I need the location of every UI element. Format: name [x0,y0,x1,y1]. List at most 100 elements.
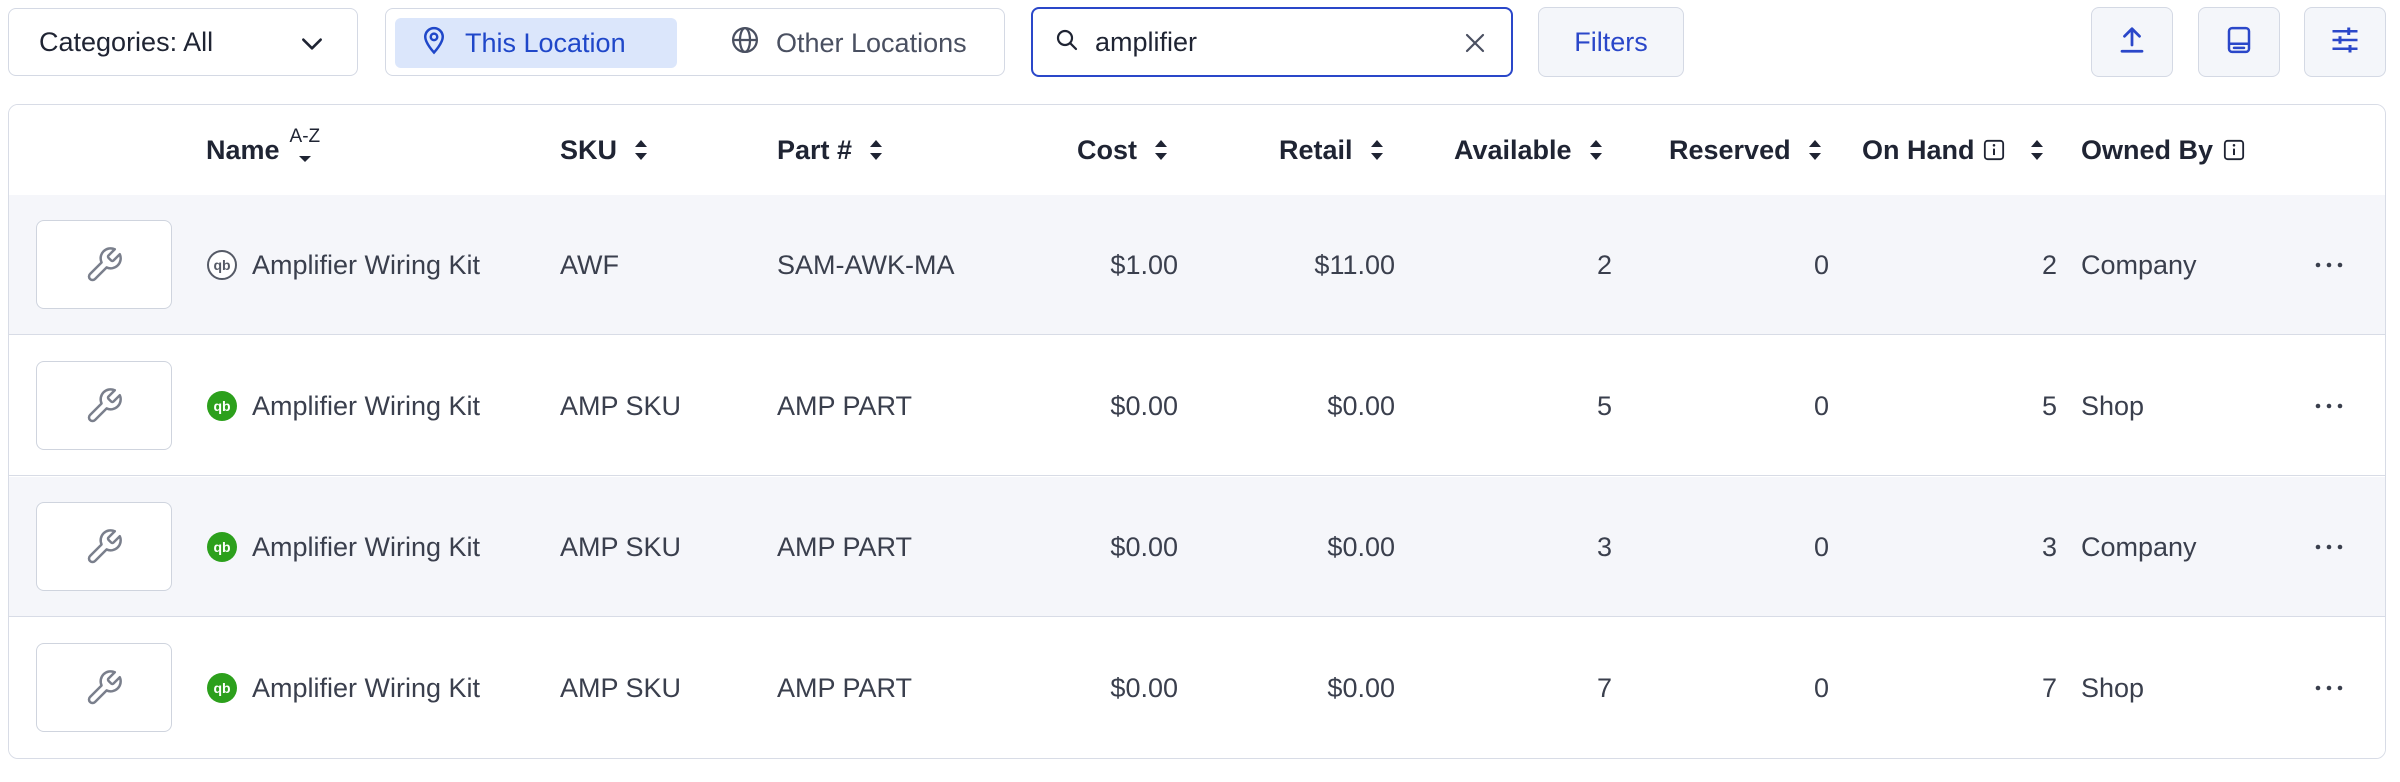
item-on-hand: 7 [2041,672,2057,703]
item-name: Amplifier Wiring Kit [252,672,481,703]
table-row[interactable]: qb Amplifier Wiring Kit AWF SAM-AWK-MA $… [9,195,2385,335]
column-header-owned-by: Owned By [2081,105,2245,195]
table-row[interactable]: qb Amplifier Wiring Kit AMP SKU AMP PART… [9,618,2385,758]
item-reserved: 0 [1813,531,1829,562]
tab-other-locations-label: Other Locations [776,27,967,58]
column-header-retail-label: Retail [1279,134,1353,165]
column-header-available[interactable]: Available [1454,105,1604,195]
inventory-table: Name A-Z SKU Part # Cost Retail Availabl… [8,104,2386,759]
item-retail: $0.00 [1327,531,1395,562]
upload-icon [2117,25,2147,60]
item-name-cell[interactable]: qb Amplifier Wiring Kit [206,477,480,617]
item-cost: $1.00 [1110,249,1178,280]
item-sku: AWF [560,249,619,280]
sort-icon [1808,140,1821,160]
item-reserved: 0 [1813,672,1829,703]
more-horizontal-icon [2315,685,2343,691]
column-header-part[interactable]: Part # [777,105,884,195]
item-name: Amplifier Wiring Kit [252,390,481,421]
quickbooks-icon: qb [207,250,237,280]
svg-text:qb: qb [213,398,230,414]
tab-this-location[interactable]: This Location [395,18,677,68]
more-horizontal-icon [2315,403,2343,409]
svg-text:qb: qb [213,539,230,555]
column-settings-button[interactable] [2304,7,2386,77]
column-header-available-label: Available [1454,134,1572,165]
column-header-sku[interactable]: SKU [560,105,649,195]
wrench-icon [87,387,122,422]
wrench-icon [87,669,122,704]
location-toggle: This Location Other Locations [385,8,1005,76]
quickbooks-icon: qb [207,532,237,562]
map-pin-icon [395,25,465,62]
wrench-icon [87,528,122,563]
close-icon[interactable] [1463,31,1487,60]
item-name-cell[interactable]: qb Amplifier Wiring Kit [206,618,480,758]
item-cost: $0.00 [1110,390,1178,421]
column-header-name[interactable]: Name A-Z [206,105,330,195]
item-cost: $0.00 [1110,672,1178,703]
sort-icon [635,140,648,160]
info-icon[interactable] [1983,139,2005,161]
item-available: 5 [1596,390,1612,421]
item-on-hand: 2 [2041,249,2057,280]
item-name-cell[interactable]: qb Amplifier Wiring Kit [206,195,480,335]
more-horizontal-icon [2315,262,2343,268]
sort-icon [1155,140,1167,160]
info-icon[interactable] [2223,139,2245,161]
column-header-sku-label: SKU [560,134,618,165]
item-thumbnail[interactable] [36,220,172,309]
sort-icon [2030,140,2043,160]
globe-icon [706,25,776,62]
item-reserved: 0 [1813,390,1829,421]
column-header-on-hand-label: On Hand [1862,134,1975,165]
export-button[interactable] [2091,7,2173,77]
item-sku: AMP SKU [560,672,682,703]
scanner-button[interactable] [2198,7,2280,77]
item-available: 2 [1596,249,1612,280]
item-on-hand: 5 [2041,390,2057,421]
categories-dropdown-label: Categories: All [39,26,214,57]
table-header: Name A-Z SKU Part # Cost Retail Availabl… [9,105,2385,196]
item-part-number: AMP PART [777,390,913,421]
search-box [1031,7,1513,77]
item-retail: $0.00 [1327,672,1395,703]
quickbooks-icon: qb [207,673,237,703]
row-menu-button[interactable] [2314,336,2344,476]
table-row[interactable]: qb Amplifier Wiring Kit AMP SKU AMP PART… [9,477,2385,617]
column-header-reserved[interactable]: Reserved [1669,105,1823,195]
sort-desc-icon [298,156,311,162]
item-name-cell[interactable]: qb Amplifier Wiring Kit [206,336,480,476]
sort-az-indicator: A-Z [290,120,330,180]
search-icon [1055,28,1079,57]
item-retail: $0.00 [1327,390,1395,421]
categories-dropdown[interactable]: Categories: All [8,8,358,76]
row-menu-button[interactable] [2314,477,2344,617]
svg-text:qb: qb [213,257,230,273]
item-part-number: AMP PART [777,672,913,703]
column-header-cost[interactable]: Cost [1077,105,1169,195]
row-menu-button[interactable] [2314,618,2344,758]
item-part-number: AMP PART [777,531,913,562]
column-header-owned-by-label: Owned By [2081,134,2214,165]
item-sku: AMP SKU [560,390,682,421]
filters-button[interactable]: Filters [1538,7,1684,77]
row-menu-button[interactable] [2314,195,2344,335]
column-header-on-hand[interactable]: On Hand [1862,105,2045,195]
item-thumbnail[interactable] [36,502,172,591]
item-name: Amplifier Wiring Kit [252,531,481,562]
sort-az-label: A-Z [289,126,321,147]
tab-other-locations[interactable]: Other Locations [706,18,996,68]
barcode-scanner-icon [2224,25,2254,60]
item-available: 3 [1596,531,1612,562]
item-cost: $0.00 [1110,531,1178,562]
item-owned-by: Company [2081,531,2197,562]
search-input[interactable] [1093,25,1427,59]
tab-this-location-label: This Location [465,27,626,58]
column-header-retail[interactable]: Retail [1279,105,1385,195]
sort-icon [1589,140,1602,160]
item-thumbnail[interactable] [36,361,172,450]
table-row[interactable]: qb Amplifier Wiring Kit AMP SKU AMP PART… [9,336,2385,476]
item-thumbnail[interactable] [36,643,172,732]
item-sku: AMP SKU [560,531,682,562]
